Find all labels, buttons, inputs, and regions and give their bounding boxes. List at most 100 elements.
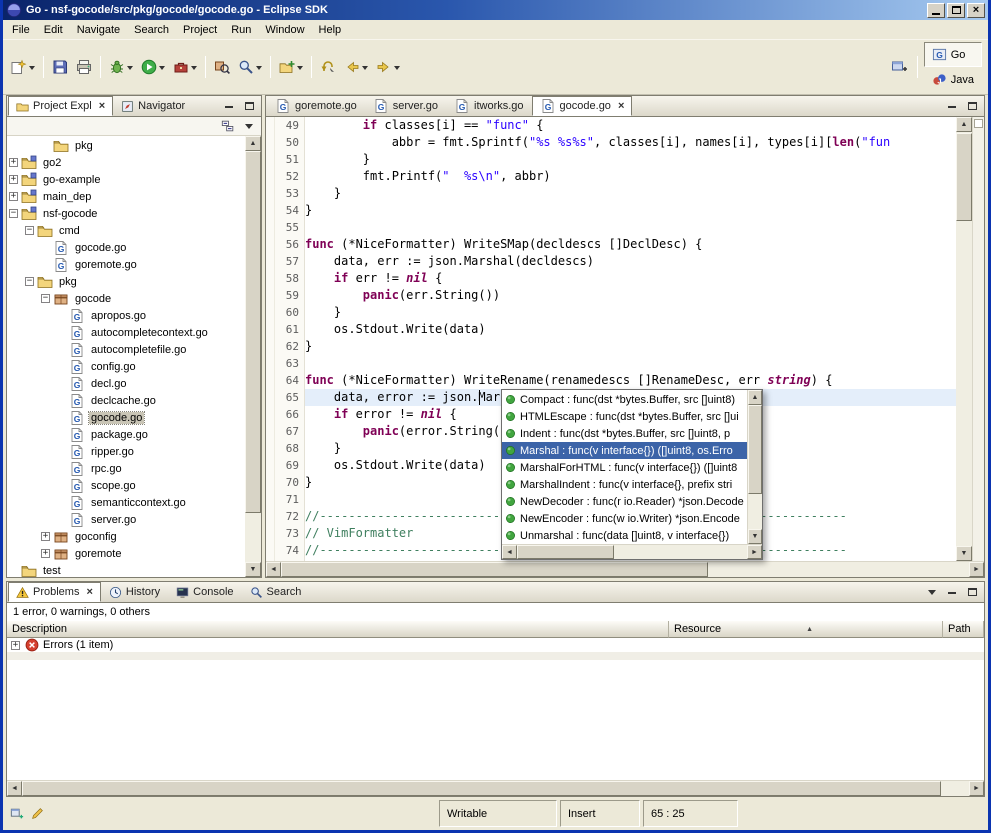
maximize-button[interactable] — [947, 3, 965, 18]
tree-scroll-thumb[interactable] — [245, 151, 261, 513]
tree-item-nsf-gocode[interactable]: −nsf-gocode — [7, 205, 245, 222]
code-line-59[interactable]: panic(err.String()) — [305, 287, 956, 304]
problems-hscrollbar[interactable]: ◄ ► — [7, 780, 984, 796]
completion-item[interactable]: Compact : func(dst *bytes.Buffer, src []… — [502, 391, 747, 408]
minimize-button[interactable] — [927, 3, 945, 18]
close-icon[interactable]: × — [618, 100, 624, 112]
code-line-58[interactable]: if err != nil { — [305, 270, 956, 287]
editor-vscrollbar[interactable]: ▲ ▼ — [956, 117, 972, 561]
external-tools-button[interactable] — [169, 55, 201, 80]
scroll-up-icon[interactable]: ▲ — [748, 390, 762, 405]
scroll-right-icon[interactable]: ► — [969, 562, 984, 577]
minimize-view-button[interactable] — [944, 585, 960, 599]
debug-button[interactable] — [105, 55, 137, 80]
tree-item-gocode-go[interactable]: Ggocode.go — [7, 409, 245, 426]
editor-hscrollbar[interactable]: ◄ ► — [266, 561, 984, 577]
problems-hscroll-track[interactable] — [22, 781, 969, 796]
minimize-view-button[interactable] — [221, 99, 237, 113]
expand-icon[interactable]: + — [41, 532, 50, 541]
open-element-button[interactable] — [210, 55, 234, 80]
new-wizard-button[interactable] — [6, 55, 39, 80]
menu-run[interactable]: Run — [224, 22, 258, 38]
tree-item-pkg[interactable]: −pkg — [7, 273, 245, 290]
dropdown-arrow-icon[interactable] — [159, 66, 165, 73]
code-line-50[interactable]: abbr = fmt.Sprintf("%s %s%s", classes[i]… — [305, 134, 956, 151]
new-project-button[interactable] — [275, 55, 307, 80]
tab-navigator[interactable]: Navigator — [113, 96, 193, 116]
code-line-57[interactable]: data, err := json.Marshal(decldescs) — [305, 253, 956, 270]
menu-project[interactable]: Project — [176, 22, 224, 38]
search-tool-button[interactable] — [234, 55, 266, 80]
problems-row-errors-1-item[interactable]: +Errors (1 item) — [7, 638, 984, 653]
expand-icon[interactable]: + — [9, 192, 18, 201]
tab-console[interactable]: Console — [168, 582, 241, 602]
completion-item[interactable]: HTMLEscape : func(dst *bytes.Buffer, src… — [502, 408, 747, 425]
tree-item-scope-go[interactable]: Gscope.go — [7, 477, 245, 494]
save-button[interactable] — [48, 55, 72, 80]
tree-item-config-go[interactable]: Gconfig.go — [7, 358, 245, 375]
popup-vscroll-thumb[interactable] — [748, 405, 762, 494]
editor-vscroll-thumb[interactable] — [956, 133, 972, 221]
code-line-52[interactable]: fmt.Printf(" %s\n", abbr) — [305, 168, 956, 185]
annotation-ruler[interactable] — [266, 117, 275, 561]
close-icon[interactable]: × — [86, 586, 92, 598]
completion-item[interactable]: Marshal : func(v interface{}) ([]uint8, … — [502, 442, 747, 459]
code-line-49[interactable]: if classes[i] == "func" { — [305, 117, 956, 134]
code-line-61[interactable]: os.Stdout.Write(data) — [305, 321, 956, 338]
scroll-up-icon[interactable]: ▲ — [245, 136, 261, 151]
completion-item[interactable]: NewDecoder : func(r io.Reader) *json.Dec… — [502, 493, 747, 510]
tree-item-package-go[interactable]: Gpackage.go — [7, 426, 245, 443]
dropdown-arrow-icon[interactable] — [394, 66, 400, 73]
last-edit-button[interactable] — [316, 55, 340, 80]
dropdown-arrow-icon[interactable] — [191, 66, 197, 73]
tree-item-rpc-go[interactable]: Grpc.go — [7, 460, 245, 477]
code-line-55[interactable] — [305, 219, 956, 236]
tree-item-semanticcontext-go[interactable]: Gsemanticcontext.go — [7, 494, 245, 511]
print-button[interactable] — [72, 55, 96, 80]
completion-item[interactable]: MarshalIndent : func(v interface{}, pref… — [502, 476, 747, 493]
tree-item-decl-go[interactable]: Gdecl.go — [7, 375, 245, 392]
tree-item-goremote[interactable]: +goremote — [7, 545, 245, 562]
code-line-63[interactable] — [305, 355, 956, 372]
tab-project-expl[interactable]: Project Expl× — [8, 96, 113, 116]
popup-vscrollbar[interactable]: ▲ ▼ — [747, 390, 762, 544]
menu-file[interactable]: File — [5, 22, 37, 38]
tab-goremote-go[interactable]: Ggoremote.go — [267, 96, 365, 116]
tree-item-go2[interactable]: +go2 — [7, 154, 245, 171]
perspective-java[interactable]: JJava — [924, 67, 982, 92]
tab-problems[interactable]: Problems× — [8, 582, 101, 602]
code-line-60[interactable]: } — [305, 304, 956, 321]
forward-button[interactable] — [372, 55, 404, 80]
dropdown-arrow-icon[interactable] — [297, 66, 303, 73]
code-line-54[interactable]: } — [305, 202, 956, 219]
menu-window[interactable]: Window — [258, 22, 311, 38]
tree-item-autocompletecontext-go[interactable]: Gautocompletecontext.go — [7, 324, 245, 341]
code-line-51[interactable]: } — [305, 151, 956, 168]
scroll-left-icon[interactable]: ◄ — [7, 781, 22, 796]
view-menu-button[interactable] — [924, 585, 940, 599]
menu-navigate[interactable]: Navigate — [70, 22, 127, 38]
popup-hscrollbar[interactable]: ◄ ► — [502, 544, 762, 559]
maximize-view-button[interactable] — [964, 585, 980, 599]
tab-history[interactable]: History — [101, 582, 168, 602]
collapse-all-button[interactable] — [220, 119, 236, 133]
dropdown-arrow-icon[interactable] — [256, 66, 262, 73]
scroll-down-icon[interactable]: ▼ — [245, 562, 261, 577]
editor-vscroll-track[interactable] — [956, 132, 972, 546]
code-line-64[interactable]: func (*NiceFormatter) WriteRename(rename… — [305, 372, 956, 389]
tree-item-declcache-go[interactable]: Gdeclcache.go — [7, 392, 245, 409]
tree-item-goremote-go[interactable]: Ggoremote.go — [7, 256, 245, 273]
run-button[interactable] — [137, 55, 169, 80]
open-perspective-button[interactable] — [887, 55, 911, 80]
tab-gocode-go[interactable]: Ggocode.go× — [532, 96, 633, 116]
code-line-56[interactable]: func (*NiceFormatter) WriteSMap(decldesc… — [305, 236, 956, 253]
popup-hscroll-track[interactable] — [517, 545, 747, 559]
completion-item[interactable]: Indent : func(dst *bytes.Buffer, src []u… — [502, 425, 747, 442]
expand-icon[interactable]: + — [11, 641, 20, 650]
problems-hscroll-thumb[interactable] — [22, 781, 941, 796]
code-line-53[interactable]: } — [305, 185, 956, 202]
popup-vscroll-track[interactable] — [748, 405, 762, 529]
tree-item-server-go[interactable]: Gserver.go — [7, 511, 245, 528]
maximize-editor-button[interactable] — [964, 99, 980, 113]
maximize-view-button[interactable] — [241, 99, 257, 113]
